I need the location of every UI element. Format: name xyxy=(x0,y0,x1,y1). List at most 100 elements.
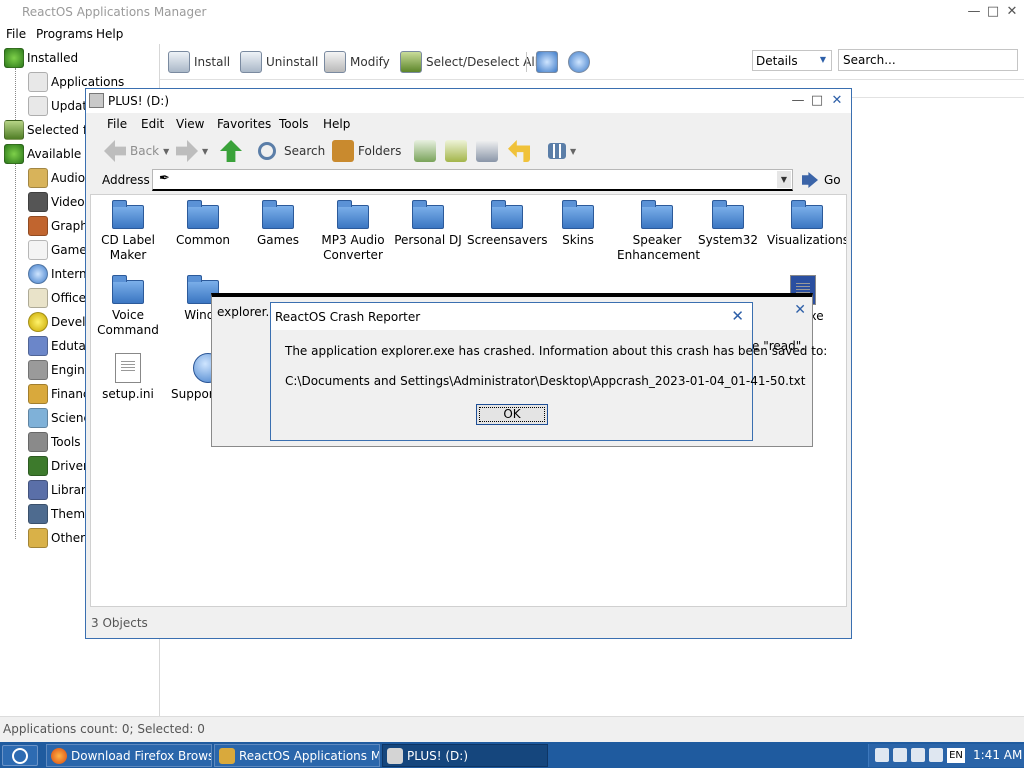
menu-file[interactable]: File xyxy=(107,117,127,131)
menu-programs[interactable]: Programs xyxy=(36,27,93,41)
games-icon xyxy=(28,240,48,260)
clock[interactable]: 1:41 AM xyxy=(973,748,1022,762)
menu-view[interactable]: View xyxy=(176,117,204,131)
folder-item[interactable]: System32 xyxy=(692,200,764,248)
close-icon[interactable]: ✕ xyxy=(1004,4,1020,20)
delete-button[interactable] xyxy=(476,139,498,163)
undo-button[interactable] xyxy=(508,139,530,163)
firefox-icon xyxy=(51,747,67,764)
folder-item[interactable]: CD Label Maker xyxy=(92,200,164,263)
crash-message: The application explorer.exe has crashed… xyxy=(285,344,828,358)
go-button[interactable]: Go xyxy=(802,169,841,191)
tree-item-other[interactable]: Other xyxy=(28,527,85,549)
network-icon[interactable] xyxy=(893,748,907,762)
start-button[interactable] xyxy=(2,745,38,766)
address-input[interactable]: ✒ ▼ xyxy=(152,169,793,191)
language-indicator[interactable]: EN xyxy=(947,748,965,763)
applications-icon xyxy=(28,72,48,92)
menu-edit[interactable]: Edit xyxy=(141,117,164,131)
folder-item[interactable]: Skins xyxy=(542,200,614,248)
drivers-icon xyxy=(28,456,48,476)
menu-favorites[interactable]: Favorites xyxy=(217,117,271,131)
update-db-button[interactable] xyxy=(568,50,594,74)
folder-item[interactable]: MP3 Audio Converter xyxy=(317,200,389,263)
menu-help[interactable]: Help xyxy=(96,27,123,41)
select-all-button[interactable]: Select/Deselect All xyxy=(400,50,538,74)
chevron-down-icon[interactable]: ▼ xyxy=(163,147,169,156)
tree-item-audio[interactable]: Audio xyxy=(28,167,85,189)
folder-item[interactable]: Speaker Enhancement xyxy=(617,200,700,263)
menu-tools[interactable]: Tools xyxy=(279,117,309,131)
task-firefox[interactable]: Download Firefox Browse... xyxy=(46,744,212,767)
globe-icon xyxy=(28,264,48,284)
checklist-icon xyxy=(400,51,422,73)
refresh-button[interactable] xyxy=(536,50,562,74)
address-bar: Address ✒ ▼ Go xyxy=(86,167,851,193)
menu-help[interactable]: Help xyxy=(323,117,350,131)
close-icon[interactable]: ✕ xyxy=(794,302,806,318)
updates-icon xyxy=(28,96,48,116)
update-database-icon xyxy=(568,51,590,73)
folder-icon xyxy=(641,200,673,229)
maximize-icon[interactable]: □ xyxy=(809,93,825,109)
folders-button[interactable]: Folders xyxy=(332,139,401,163)
minimize-icon[interactable]: — xyxy=(790,93,806,109)
minimize-icon[interactable]: — xyxy=(966,4,982,20)
close-icon[interactable]: ✕ xyxy=(731,307,744,325)
chevron-down-icon[interactable]: ▼ xyxy=(570,147,576,156)
forward-button[interactable]: ▼ xyxy=(176,139,208,163)
folder-item[interactable]: Common xyxy=(167,200,239,248)
install-button[interactable]: Install xyxy=(168,50,230,74)
folder-icon xyxy=(562,200,594,229)
apps-manager-menubar: File Programs Help xyxy=(0,25,1024,45)
folder-item[interactable]: Personal DJ xyxy=(392,200,464,248)
task-apps-manager[interactable]: ReactOS Applications Ma... xyxy=(214,744,380,767)
folder-item[interactable]: Voice Command xyxy=(92,275,164,338)
folder-item[interactable]: Games xyxy=(242,200,314,248)
folder-icon xyxy=(262,200,294,229)
folder-item[interactable]: Screensavers xyxy=(467,200,548,248)
up-button[interactable] xyxy=(220,139,242,163)
uninstall-button[interactable]: Uninstall xyxy=(240,50,318,74)
apps-manager-titlebar[interactable]: ReactOS Applications Manager — □ ✕ xyxy=(0,0,1024,25)
back-button[interactable]: Back ▼ xyxy=(104,139,169,163)
menu-file[interactable]: File xyxy=(6,27,26,41)
file-item[interactable]: setup.ini xyxy=(92,353,164,402)
drive-icon xyxy=(387,747,403,764)
chevron-down-icon[interactable]: ▼ xyxy=(202,147,208,156)
development-icon xyxy=(28,312,48,332)
modify-icon xyxy=(324,51,346,73)
apps-manager-status: Applications count: 0; Selected: 0 xyxy=(0,716,1024,742)
close-icon[interactable]: ✕ xyxy=(829,93,845,109)
task-explorer[interactable]: PLUS! (D:) xyxy=(382,744,548,767)
tree-item-tools[interactable]: Tools xyxy=(28,431,81,453)
crash-reporter-titlebar[interactable]: ReactOS Crash Reporter ✕ xyxy=(271,303,752,330)
maximize-icon[interactable]: □ xyxy=(985,4,1001,20)
delete-icon xyxy=(476,140,498,162)
view-mode-select[interactable]: Details ▼ xyxy=(752,50,832,71)
chevron-down-icon[interactable]: ▼ xyxy=(777,171,791,188)
volume-icon[interactable] xyxy=(875,748,889,762)
tree-item-games[interactable]: Games xyxy=(28,239,93,261)
explorer-titlebar[interactable]: PLUS! (D:) — □ ✕ xyxy=(86,89,851,113)
search-input[interactable]: Search... xyxy=(838,49,1018,71)
tree-item-installed[interactable]: Installed xyxy=(4,47,78,69)
folder-icon xyxy=(412,200,444,229)
crash-log-path: C:\Documents and Settings\Administrator\… xyxy=(285,374,806,388)
themes-icon xyxy=(28,504,48,524)
crash-reporter-dialog[interactable]: ReactOS Crash Reporter ✕ The application… xyxy=(270,302,827,441)
search-button[interactable]: Search xyxy=(258,139,325,163)
tree-item-video[interactable]: Video xyxy=(28,191,85,213)
copy-to-icon xyxy=(445,140,467,162)
safely-remove-icon[interactable] xyxy=(911,748,925,762)
finance-icon xyxy=(28,384,48,404)
copy-to-button[interactable] xyxy=(445,139,467,163)
modify-button[interactable]: Modify xyxy=(324,50,390,74)
views-button[interactable]: ▼ xyxy=(548,139,576,163)
ok-button[interactable]: OK xyxy=(476,404,548,425)
tree-item-office[interactable]: Office xyxy=(28,287,86,309)
move-to-button[interactable] xyxy=(414,139,436,163)
folder-item[interactable]: Visualizations xyxy=(767,200,846,248)
document-icon xyxy=(115,353,141,383)
power-icon[interactable] xyxy=(929,748,943,762)
